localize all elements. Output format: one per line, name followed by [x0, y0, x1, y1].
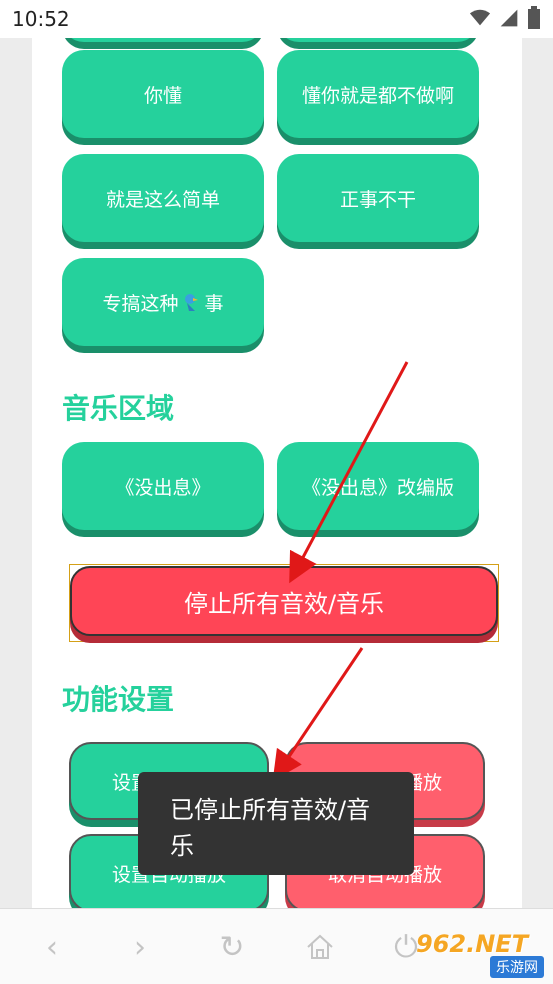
- toast-message: 已停止所有音效/音乐: [138, 772, 414, 875]
- arrow-to-toast: [272, 647, 364, 781]
- watermark-brand: 962.NET: [416, 930, 529, 958]
- watermark-logo: 962.NET 乐游网: [412, 928, 548, 980]
- watermark-site: 乐游网: [490, 956, 544, 978]
- back-icon[interactable]: ‹: [32, 927, 72, 967]
- home-icon[interactable]: [300, 927, 340, 967]
- refresh-icon[interactable]: ↻: [212, 927, 252, 967]
- forward-icon[interactable]: ›: [120, 927, 160, 967]
- arrow-to-stop-button: [289, 361, 409, 584]
